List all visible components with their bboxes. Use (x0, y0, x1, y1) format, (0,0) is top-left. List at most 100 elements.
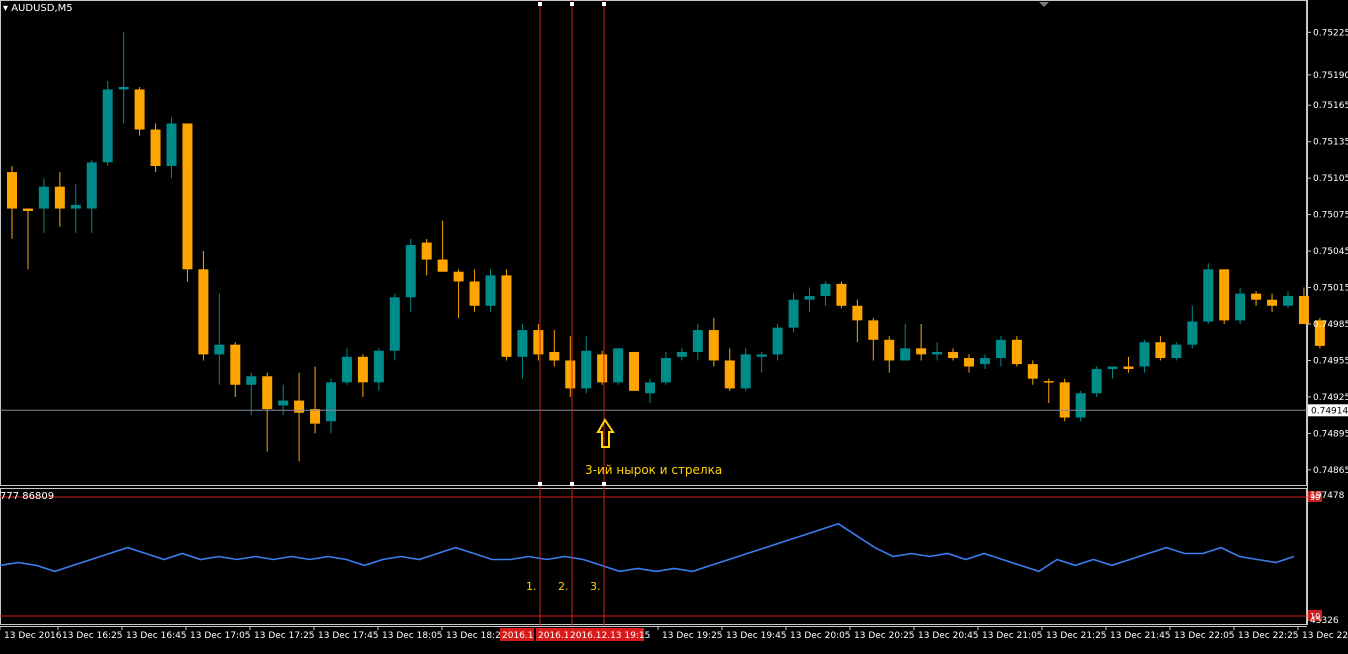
time-tick-label: 2016.1 (538, 631, 570, 641)
candle-body (1155, 342, 1166, 359)
symbol-label: ▾ AUDUSD,M5 (3, 3, 73, 14)
candle-body (326, 382, 336, 422)
price-tick-label: 0.74865 (1313, 466, 1348, 476)
candle-body (310, 409, 321, 424)
candle-body (581, 350, 592, 389)
candle-body (373, 350, 384, 383)
candle-body (22, 208, 33, 211)
up-arrow-icon (596, 418, 615, 448)
candle-body (964, 358, 974, 367)
candle-body (54, 186, 65, 209)
candle-body (979, 358, 990, 365)
price-tick-label: 0.75165 (1313, 101, 1348, 111)
vertical-markers[interactable]: 1. 2. 3. (526, 0, 606, 626)
time-tick-label: 13 Dec 21:45 (1110, 631, 1171, 641)
candle-body (660, 358, 671, 383)
marker-handle[interactable] (602, 482, 606, 486)
time-tick-label: 2016.12.13 19:15 (570, 631, 650, 641)
candle-body (1283, 296, 1293, 306)
time-tick-label: 13 Dec 16:45 (126, 631, 187, 641)
candles-layer (7, 32, 1325, 462)
candle-body (613, 348, 624, 383)
time-tick-label: 13 Dec 21:05 (982, 631, 1043, 641)
candle-body (756, 354, 767, 357)
candle-body (517, 330, 528, 357)
marker-handle[interactable] (570, 482, 574, 486)
price-tick-label: 0.75075 (1313, 211, 1348, 221)
time-tick-label: 13 Dec 2016 (4, 631, 62, 641)
candle-body (453, 271, 464, 282)
price-tick-label: 0.75015 (1313, 284, 1348, 294)
candle-body (708, 330, 719, 361)
candle-body (405, 245, 416, 298)
time-axis: 13 Dec 2016 13 Dec 16:25 13 Dec 16:45 13 De… (0, 626, 1348, 641)
candle-body (1027, 364, 1038, 379)
candle-body (1043, 381, 1054, 383)
candle-body (1251, 293, 1262, 300)
candle-body (102, 89, 113, 163)
candle-body (852, 305, 863, 321)
chart-canvas[interactable]: 0.75225 0.75190 0.75165 0.75135 0.75105 0.750… (0, 0, 1348, 651)
candle-body (549, 351, 560, 361)
candle-body (1107, 366, 1118, 369)
time-tick-label: 13 Dec 17:25 (254, 631, 315, 641)
chart-window[interactable]: 0.75225 0.75190 0.75165 0.75135 0.75105 0.750… (0, 0, 1348, 651)
time-tick-label: 13 Dec 22:25 (1238, 631, 1299, 641)
candle-body (501, 275, 512, 357)
time-tick-label: 13 Dec 17:05 (190, 631, 251, 641)
candle-body (995, 339, 1006, 359)
price-axis: 0.75225 0.75190 0.75165 0.75135 0.75105 0.750… (0, 28, 1348, 476)
price-tick-label: 0.75190 (1313, 71, 1348, 81)
price-pane[interactable] (0, 0, 1307, 486)
marker-handle[interactable] (570, 2, 574, 6)
candle-body (1091, 368, 1102, 394)
candle-body (868, 320, 879, 340)
time-tick-label: 13 Dec 20:45 (918, 631, 979, 641)
candle-body (1298, 296, 1309, 324)
candle-body (948, 351, 959, 359)
candle-body (804, 296, 815, 300)
time-tick-label: 13 Dec 16:25 (62, 631, 123, 641)
indicator-header: 777 86809 (0, 491, 55, 502)
candle-body (533, 330, 544, 355)
price-tick-label: 0.75225 (1313, 28, 1348, 38)
time-tick-label: 13 Dec 19:45 (726, 631, 787, 641)
current-price-label: 0.74914 (1311, 406, 1348, 416)
candle-body (421, 242, 432, 260)
candle-body (182, 123, 193, 270)
indicator-pane[interactable] (0, 488, 1307, 625)
indicator-layer: 901019747845326 (0, 491, 1345, 626)
candle-body (676, 351, 687, 357)
candle-body (836, 283, 847, 306)
time-tick-label: 13 Dec 19:25 (662, 631, 723, 641)
chart-shift-triangle-icon[interactable] (1039, 2, 1049, 7)
candle-body (692, 330, 703, 352)
marker-handle[interactable] (538, 482, 542, 486)
candle-body (262, 376, 273, 410)
candle-body (389, 297, 400, 351)
candle-body (772, 327, 783, 355)
candle-body (278, 400, 289, 406)
marker-handle[interactable] (602, 2, 606, 6)
time-tick-label: 13 Dec 18:25 (446, 631, 507, 641)
candle-body (1139, 342, 1150, 367)
indicator-line (0, 522, 1295, 573)
candle-body (645, 382, 655, 394)
dropdown-triangle-icon[interactable]: ▾ (3, 3, 8, 14)
indicator-min-label: 45326 (1310, 616, 1339, 626)
candle-body (118, 87, 129, 90)
candle-body (198, 269, 209, 355)
annotation-text: 3-ий нырок и стрелка (585, 463, 723, 477)
price-tick-label: 0.74925 (1313, 393, 1348, 403)
candle-body (166, 123, 177, 166)
marker-number-label: 1. (526, 580, 537, 593)
candle-body (932, 351, 943, 355)
candle-body (1171, 344, 1182, 359)
time-tick-label: 13 Dec 20:25 (854, 631, 915, 641)
time-tick-label: 13 Dec 17:45 (318, 631, 379, 641)
price-tick-label: 0.75045 (1313, 247, 1348, 257)
candle-body (38, 186, 49, 209)
time-tick-label: 13 Dec 20:05 (790, 631, 851, 641)
marker-handle[interactable] (538, 2, 542, 6)
candle-body (900, 348, 911, 361)
